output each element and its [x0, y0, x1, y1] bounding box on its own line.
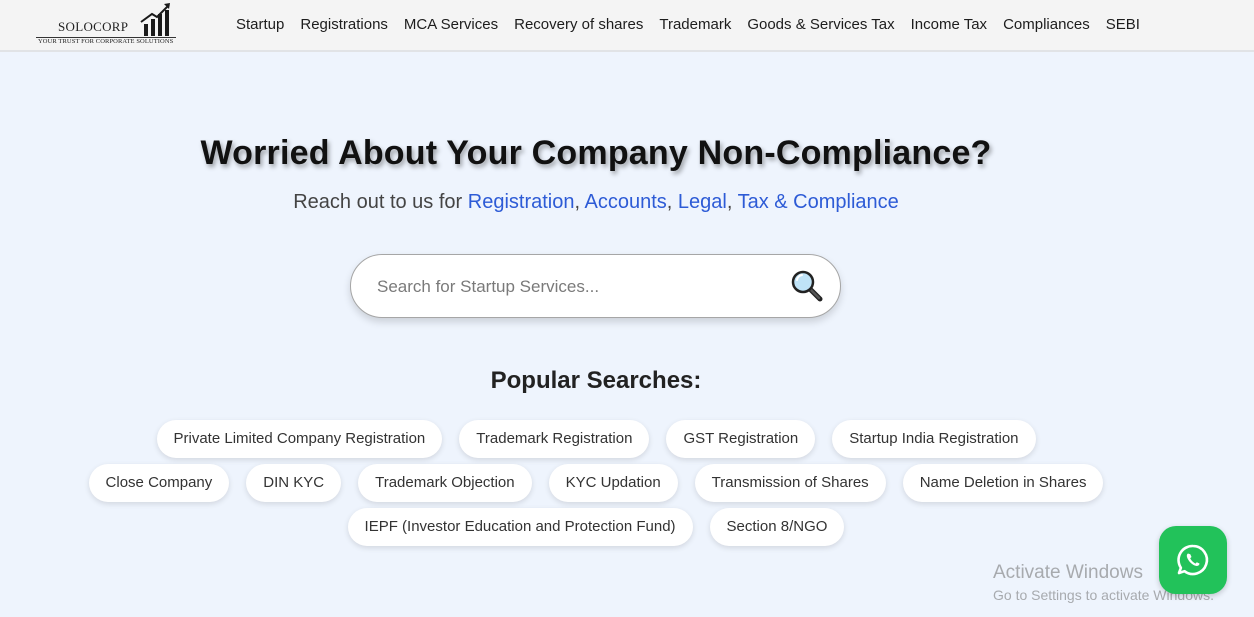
search-input[interactable] — [377, 275, 777, 299]
chip-name-deletion-in-shares[interactable]: Name Deletion in Shares — [902, 464, 1104, 502]
link-accounts[interactable]: Accounts — [585, 191, 667, 213]
link-legal[interactable]: Legal — [678, 191, 727, 213]
subline-separator: , — [666, 191, 678, 213]
subline-separator: , — [726, 191, 738, 213]
nav-item-sebi[interactable]: SEBI — [1098, 15, 1148, 35]
magnifier-icon[interactable] — [790, 269, 824, 303]
logo-tagline: YOUR TRUST FOR CORPORATE SOLUTIONS — [38, 38, 174, 45]
site-header: SOLOCORP YOUR TRUST FOR CORPORATE SOLUTI… — [0, 0, 1254, 52]
popular-row-1: Private Limited Company Registration Tra… — [0, 420, 1192, 458]
link-tax-compliance[interactable]: Tax & Compliance — [738, 191, 899, 213]
nav-item-income-tax[interactable]: Income Tax — [903, 15, 995, 35]
chip-private-limited-company-registration[interactable]: Private Limited Company Registration — [156, 420, 443, 458]
hero-headline: Worried About Your Company Non-Complianc… — [200, 134, 992, 172]
chip-section-8-ngo[interactable]: Section 8/NGO — [709, 508, 845, 546]
solocorp-logo[interactable]: SOLOCORP YOUR TRUST FOR CORPORATE SOLUTI… — [36, 2, 186, 48]
nav-item-startup[interactable]: Startup — [228, 15, 292, 35]
chip-close-company[interactable]: Close Company — [88, 464, 230, 502]
popular-row-2: Close Company DIN KYC Trademark Objectio… — [0, 464, 1192, 502]
nav-item-compliances[interactable]: Compliances — [995, 15, 1098, 35]
nav-item-gst[interactable]: Goods & Services Tax — [739, 15, 902, 35]
nav-item-recovery-of-shares[interactable]: Recovery of shares — [506, 15, 651, 35]
nav-item-trademark[interactable]: Trademark — [651, 15, 739, 35]
nav-item-registrations[interactable]: Registrations — [292, 15, 396, 35]
main-nav: Startup Registrations MCA Services Recov… — [228, 15, 1148, 35]
hero-subline: Reach out to us for Registration, Accoun… — [0, 191, 1192, 214]
subline-prefix: Reach out to us for — [293, 191, 468, 213]
whatsapp-button[interactable] — [1159, 526, 1227, 594]
popular-row-3: IEPF (Investor Education and Protection … — [0, 508, 1192, 546]
chip-gst-registration[interactable]: GST Registration — [666, 420, 816, 458]
logo-name: SOLOCORP — [58, 19, 129, 34]
chip-trademark-objection[interactable]: Trademark Objection — [358, 464, 532, 502]
search-bar — [350, 254, 841, 318]
chip-trademark-registration[interactable]: Trademark Registration — [459, 420, 650, 458]
chip-startup-india-registration[interactable]: Startup India Registration — [832, 420, 1036, 458]
popular-searches-title: Popular Searches: — [490, 367, 702, 394]
nav-item-mca-services[interactable]: MCA Services — [396, 15, 506, 35]
subline-separator: , — [574, 191, 585, 213]
chip-iepf[interactable]: IEPF (Investor Education and Protection … — [347, 508, 693, 546]
chip-transmission-of-shares[interactable]: Transmission of Shares — [694, 464, 886, 502]
chip-din-kyc[interactable]: DIN KYC — [246, 464, 342, 502]
link-registration[interactable]: Registration — [468, 191, 575, 213]
chip-kyc-updation[interactable]: KYC Updation — [548, 464, 678, 502]
